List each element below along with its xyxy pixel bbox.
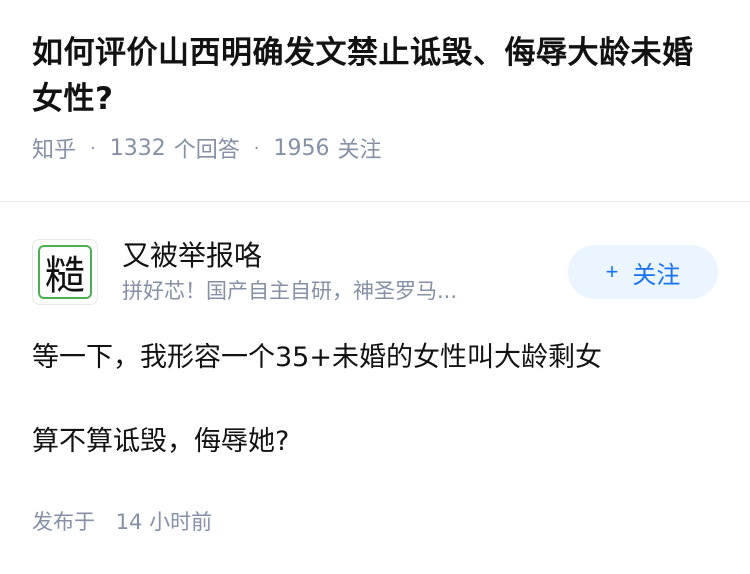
author-row: 糙 又被举报咯 拼好芯！国产自主自研，神圣罗马... + 关注 [32,232,718,312]
section-divider [0,201,750,202]
publish-time: 14 小时前 [115,510,213,534]
answer-content[interactable]: 等一下，我形容一个35+未婚的女性叫大龄剩女 算不算诋毁，侮辱她? [32,338,718,462]
publish-label: 发布于 [32,510,95,534]
publish-info: 发布于 14 小时前 [32,506,212,536]
question-title[interactable]: 如何评价山西明确发文禁止诋毁、侮辱大龄未婚女性? [32,30,718,122]
answer-paragraph: 等一下，我形容一个35+未婚的女性叫大龄剩女 [32,342,602,373]
follower-count: 1956 [273,135,330,161]
answer-card: 糙 又被举报咯 拼好芯！国产自主自研，神圣罗马... + 关注 等一下，我形容一… [32,232,718,506]
answer-count: 1332 [109,135,166,161]
separator-dot: · [253,137,260,159]
question-source[interactable]: 知乎 [32,132,76,164]
answer-count-label[interactable]: 个回答 [174,132,240,164]
author-bio: 拼好芯！国产自主自研，神圣罗马... [122,279,458,303]
plus-icon: + [605,259,619,284]
avatar[interactable]: 糙 [32,239,98,305]
avatar-glyph: 糙 [45,253,85,299]
question-header: 如何评价山西明确发文禁止诋毁、侮辱大龄未婚女性? 知乎 · 1332 个回答 ·… [0,0,750,164]
question-meta: 知乎 · 1332 个回答 · 1956 关注 [32,132,718,164]
answer-paragraph: 算不算诋毁，侮辱她? [32,426,290,457]
follower-count-label[interactable]: 关注 [338,132,382,164]
author-info: 又被举报咯 拼好芯！国产自主自研，神圣罗马... [122,237,568,307]
separator-dot: · [90,137,96,159]
author-name[interactable]: 又被举报咯 [122,237,568,275]
follow-button[interactable]: + 关注 [568,245,718,299]
follow-button-label: 关注 [632,261,681,289]
